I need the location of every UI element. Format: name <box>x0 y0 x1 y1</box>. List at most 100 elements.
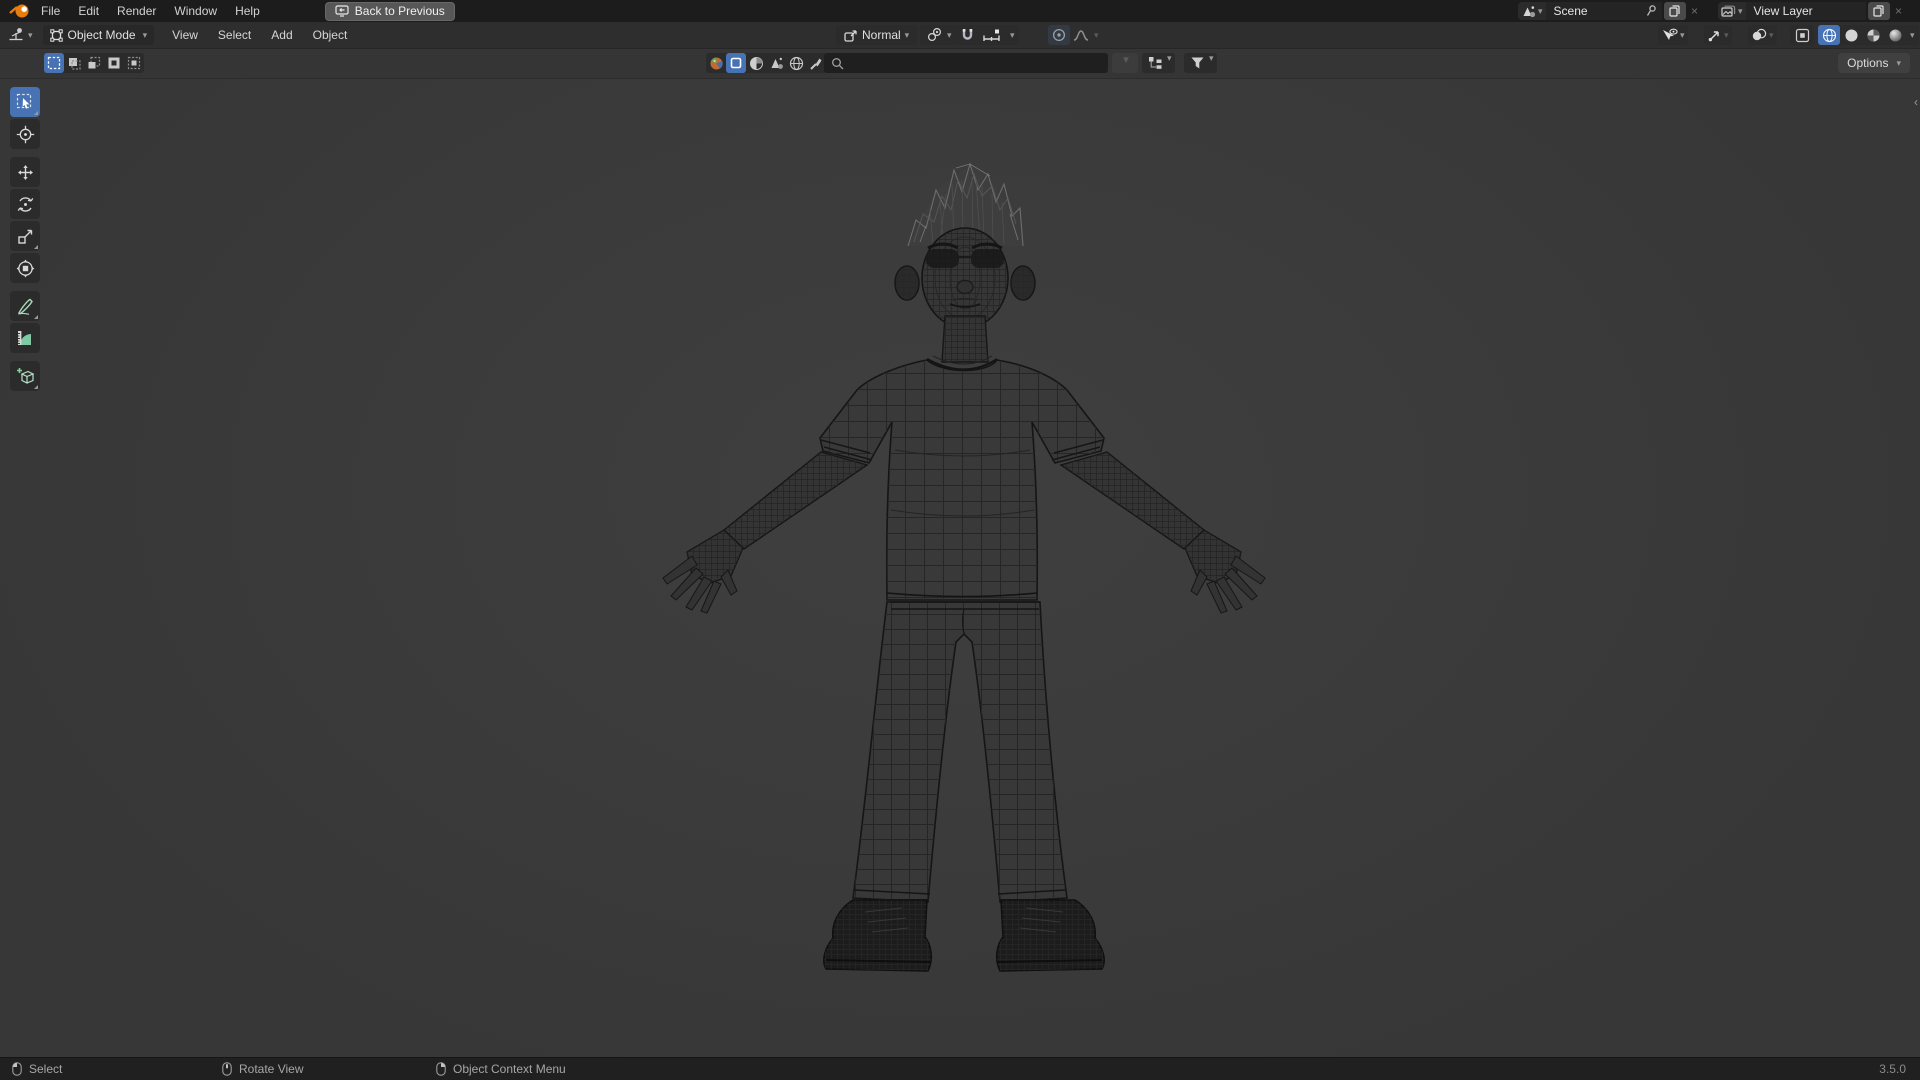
tool-move[interactable] <box>10 157 40 187</box>
plane-icon[interactable] <box>726 53 746 73</box>
chevron-down-icon: ▾ <box>1680 29 1685 40</box>
orientation-icon <box>844 29 858 42</box>
selectability-visibility-dropdown[interactable]: ▾ <box>1658 25 1688 45</box>
contrast-icon[interactable] <box>746 53 766 73</box>
menu-window[interactable]: Window <box>165 0 226 22</box>
view-layer-selector: ▾ View Layer × <box>1718 2 1907 20</box>
shading-wireframe-button[interactable] <box>1818 25 1840 45</box>
menu-view[interactable]: View <box>162 28 208 42</box>
gizmos-dropdown[interactable]: ▾ <box>1704 25 1732 45</box>
chevron-down-icon[interactable]: ▾ <box>1010 30 1015 41</box>
pivot-point-dropdown[interactable]: ▾ <box>920 25 956 45</box>
tool-measure[interactable] <box>10 323 40 353</box>
mode-extend-icon[interactable] <box>64 53 84 73</box>
chevron-down-icon: ▾ <box>1738 5 1743 16</box>
view-layer-browse-button[interactable]: ▾ <box>1718 2 1746 20</box>
hint-rotate-view: Rotate View <box>222 1058 303 1080</box>
options-label: Options <box>1847 56 1889 70</box>
chevron-down-icon: ▾ <box>1769 29 1774 40</box>
menu-edit[interactable]: Edit <box>69 0 108 22</box>
select-mode-strip <box>44 53 144 73</box>
collapse-chevron-button[interactable]: ▾ <box>1112 53 1138 73</box>
object-mode-icon <box>49 28 63 42</box>
view-layer-name-field[interactable]: View Layer <box>1745 2 1866 20</box>
tool-add-cube[interactable] <box>10 361 40 391</box>
scene-browse-button[interactable]: ▾ <box>1518 2 1546 20</box>
filter-dropdown[interactable]: ▾ <box>1184 53 1217 73</box>
view-layer-remove-button[interactable]: × <box>1891 2 1907 20</box>
material-ball-icon[interactable] <box>706 53 726 73</box>
world-icon[interactable] <box>786 53 806 73</box>
tool-annotate[interactable] <box>10 291 40 321</box>
transform-orientation-dropdown[interactable]: Normal ▾ <box>836 25 918 45</box>
selectability-icon <box>1661 28 1678 43</box>
menu-add[interactable]: Add <box>261 28 302 42</box>
scene-name-field[interactable]: Scene <box>1545 2 1662 20</box>
sidebar-toggle-arrow[interactable]: ‹ <box>1914 95 1918 109</box>
search-input[interactable] <box>848 55 1102 71</box>
menu-object[interactable]: Object <box>303 28 358 42</box>
scene-name-value: Scene <box>1553 4 1588 18</box>
search-field[interactable] <box>824 53 1108 73</box>
hint-object-context-menu-label: Object Context Menu <box>453 1062 566 1076</box>
tool-rotate[interactable] <box>10 189 40 219</box>
view-layer-duplicate-button[interactable] <box>1867 2 1890 20</box>
overlays-dropdown[interactable]: ▾ <box>1748 25 1777 45</box>
shading-rendered-button[interactable] <box>1884 25 1906 45</box>
shoe-right-wireframe <box>995 899 1106 972</box>
chevron-down-icon: ▾ <box>1896 57 1901 68</box>
hierarchy-icon <box>1145 53 1165 73</box>
options-button[interactable]: Options ▾ <box>1838 53 1910 73</box>
editor-type-button[interactable]: ▾ <box>4 25 37 45</box>
shading-solid-button[interactable] <box>1840 25 1862 45</box>
snap-magnet-toggle[interactable] <box>956 25 978 45</box>
xray-toggle[interactable] <box>1790 25 1814 45</box>
tool-cursor[interactable] <box>10 119 40 149</box>
back-to-previous-button[interactable]: Back to Previous <box>324 1 455 21</box>
shading-material-button[interactable] <box>1862 25 1884 45</box>
tool-scale[interactable] <box>10 221 40 251</box>
mode-intersect-icon[interactable] <box>124 53 144 73</box>
chevron-down-icon: ▾ <box>1167 53 1172 63</box>
chevron-down-icon: ▾ <box>1094 29 1099 40</box>
menu-select[interactable]: Select <box>208 28 261 42</box>
screen-back-icon <box>335 5 349 17</box>
mode-dropdown[interactable]: Object Mode ▾ <box>42 25 155 45</box>
tool-select-box[interactable] <box>10 87 40 117</box>
proportional-edit-group: ▾ <box>1048 25 1103 45</box>
proportional-falloff-icon[interactable] <box>1070 25 1092 45</box>
overlays-icon <box>1751 28 1767 42</box>
mode-invert-icon[interactable] <box>104 53 124 73</box>
wireframe-character-model[interactable] <box>640 150 1290 990</box>
toolbar <box>10 87 42 393</box>
filter-icon-strip <box>706 53 826 73</box>
mouse-right-icon <box>436 1062 446 1076</box>
menu-file[interactable]: File <box>32 0 69 22</box>
3d-viewport[interactable]: ‹ <box>0 79 1920 1058</box>
hint-object-context-menu: Object Context Menu <box>436 1058 566 1080</box>
display-mode-dropdown[interactable]: ▾ <box>1142 53 1175 73</box>
scene-duplicate-button[interactable] <box>1663 2 1686 20</box>
blender-logo-icon[interactable] <box>8 3 32 19</box>
scene-unlink-button[interactable]: × <box>1687 2 1703 20</box>
pants-wireframe <box>852 601 1068 903</box>
arm-right-wireframe <box>1060 451 1266 614</box>
mode-subtract-icon[interactable] <box>84 53 104 73</box>
chevron-down-icon: ▾ <box>1123 54 1129 66</box>
pivot-point-icon <box>927 28 942 42</box>
tool-transform[interactable] <box>10 253 40 283</box>
scene-icon[interactable] <box>766 53 786 73</box>
status-bar: Select Rotate View Object Context Menu 3… <box>0 1057 1920 1080</box>
proportional-edit-toggle[interactable] <box>1048 25 1070 45</box>
brush-icon[interactable] <box>806 53 826 73</box>
chevron-down-icon[interactable]: ▾ <box>1910 30 1915 41</box>
arm-left-wireframe <box>662 451 869 614</box>
neck-wireframe <box>941 315 989 363</box>
tool-settings-bar: ▾ ▾ ▾ Options ▾ <box>0 49 1920 79</box>
snap-with-icon[interactable] <box>978 25 1008 45</box>
menu-help[interactable]: Help <box>226 0 269 22</box>
hint-select: Select <box>12 1058 62 1080</box>
mode-new-icon[interactable] <box>44 53 64 73</box>
pin-icon[interactable] <box>1646 5 1657 17</box>
menu-render[interactable]: Render <box>108 0 165 22</box>
